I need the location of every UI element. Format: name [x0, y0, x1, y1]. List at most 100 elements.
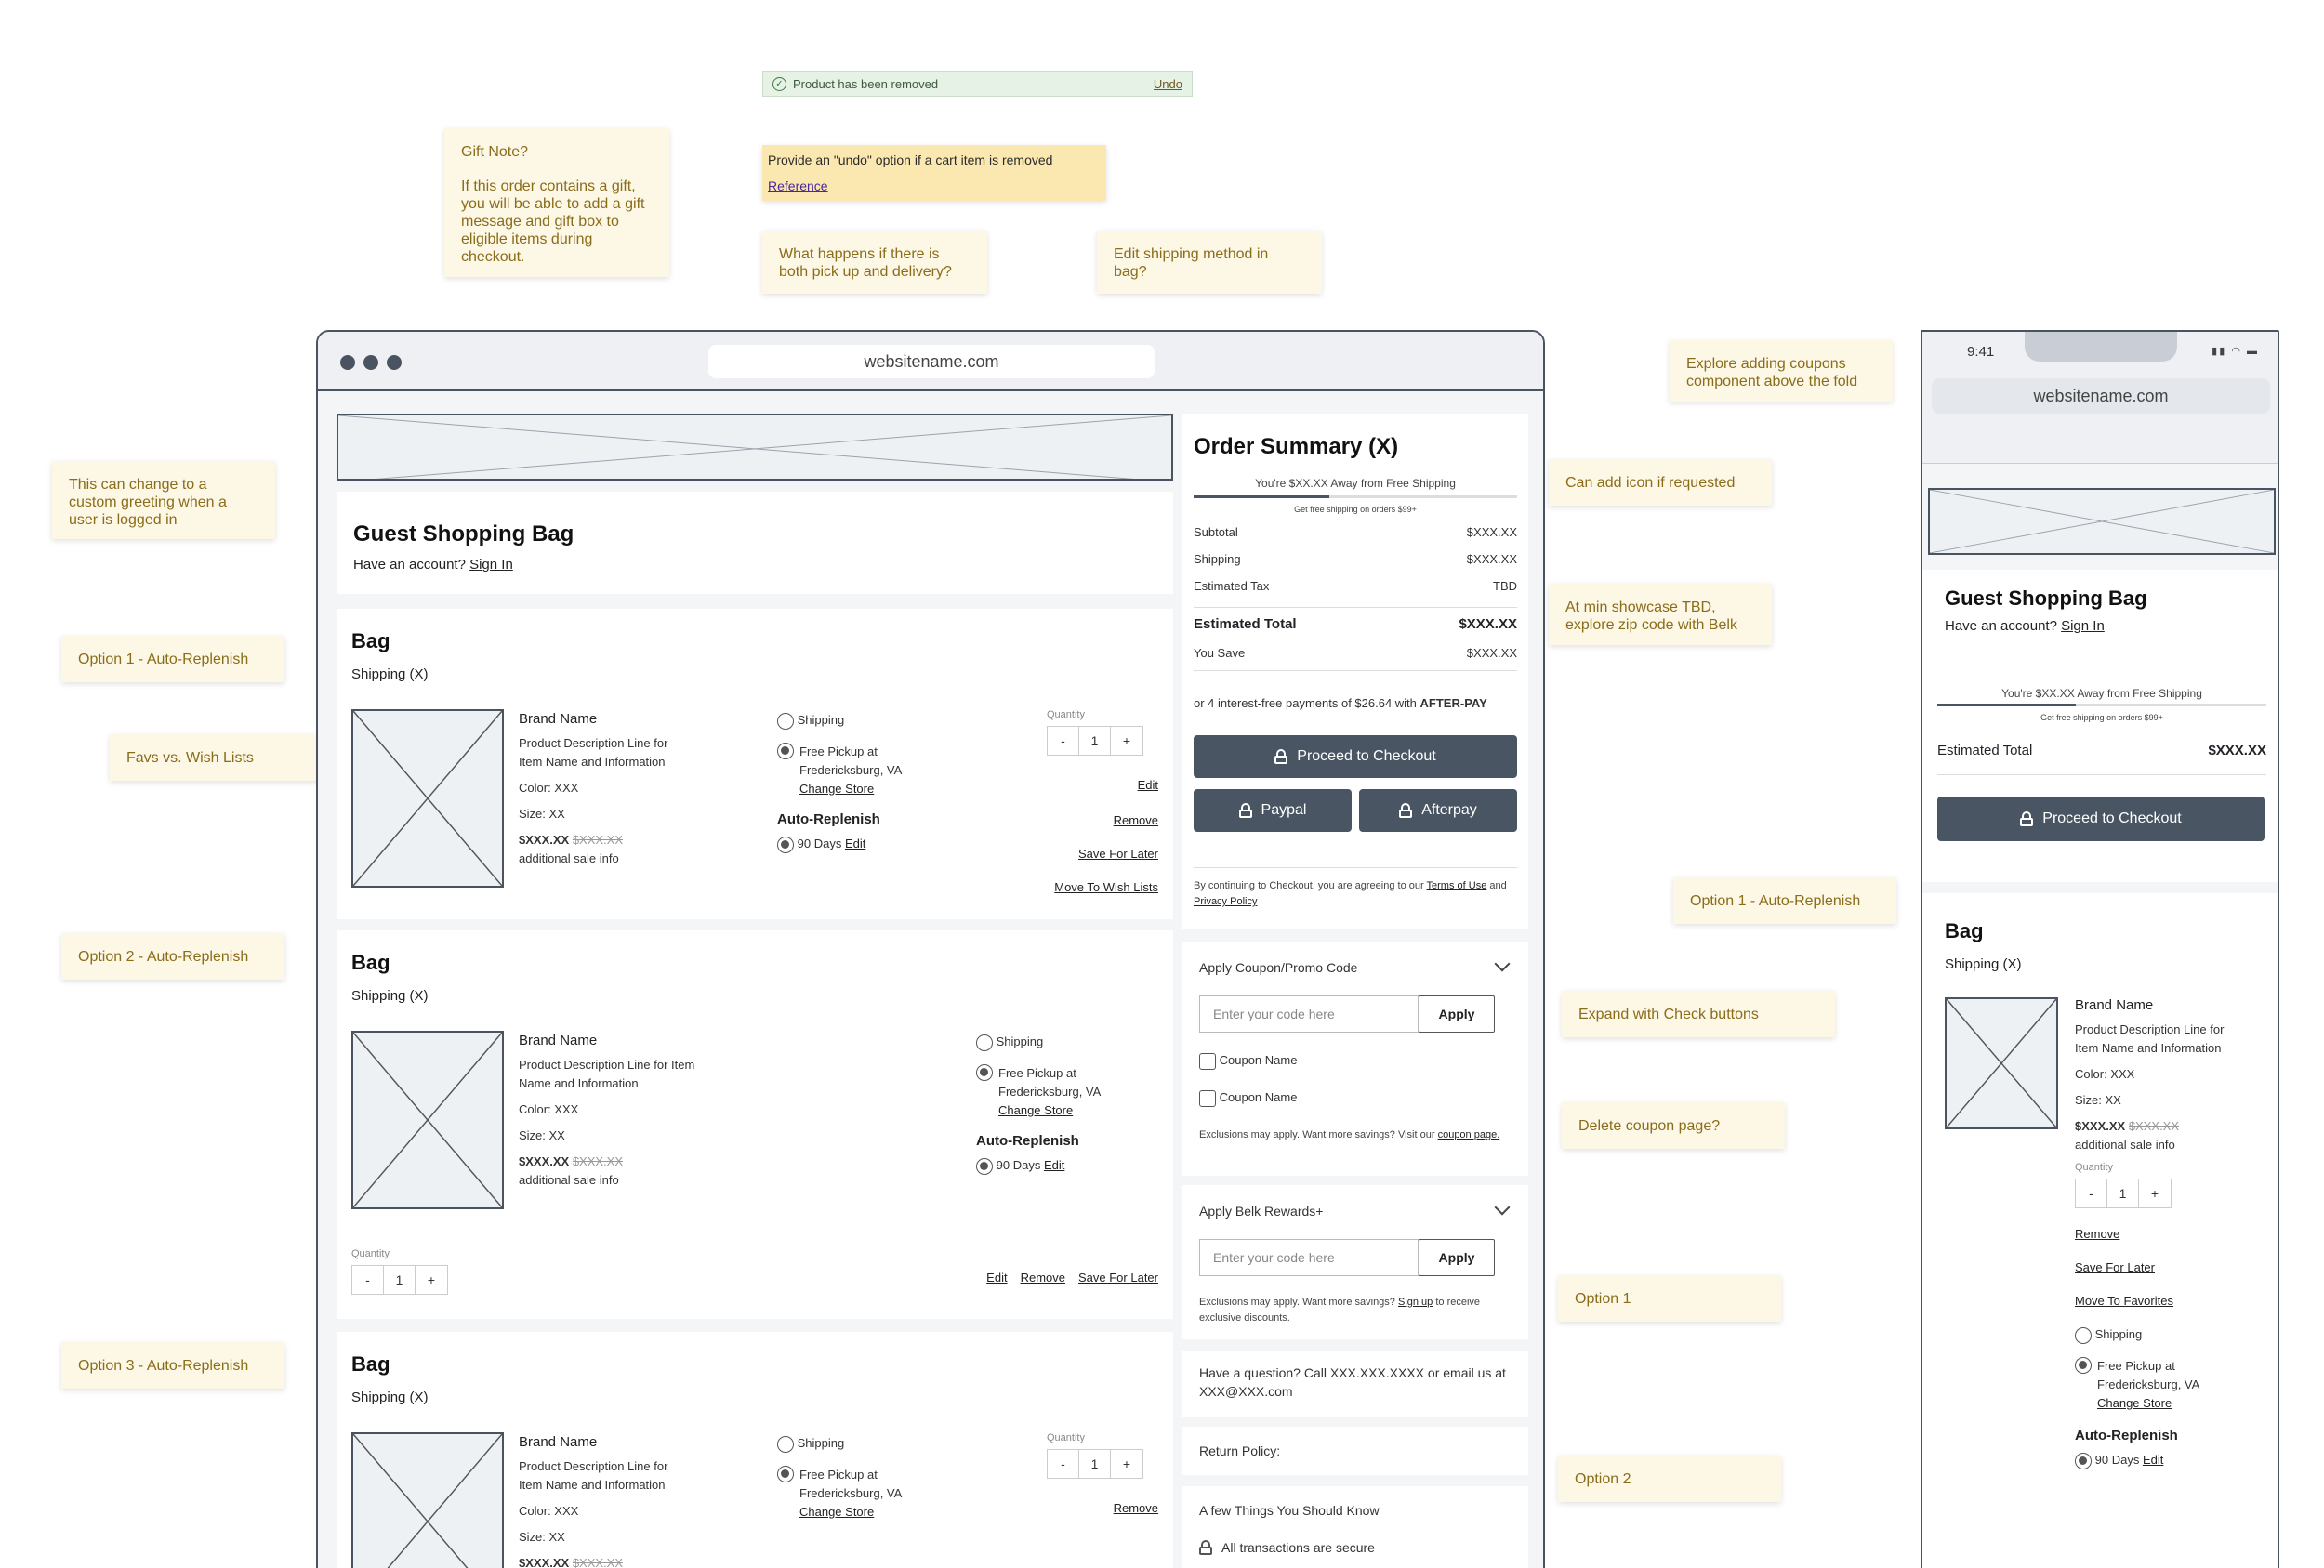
rewards-apply-button[interactable]: Apply — [1419, 1239, 1495, 1276]
pickup-option[interactable]: Free Pickup at Fredericksburg, VA Change S… — [777, 743, 963, 798]
pickup-radio[interactable] — [2075, 1357, 2092, 1374]
qty-plus-button[interactable]: + — [2139, 1179, 2171, 1207]
shipping-option[interactable]: Shipping — [777, 1434, 963, 1453]
replenish-option[interactable]: 90 Days Edit — [2075, 1451, 2270, 1469]
gift-note-sticky: Gift Note? If this order contains a gift… — [444, 128, 669, 277]
qty-value[interactable]: 1 — [2107, 1179, 2139, 1207]
coupon-checkbox[interactable] — [1199, 1052, 1216, 1070]
replenish-radio[interactable] — [976, 1157, 993, 1175]
sign-in-link[interactable]: Sign In — [2061, 618, 2105, 634]
undo-link[interactable]: Undo — [1154, 77, 1182, 91]
qty-minus-button[interactable]: - — [1048, 1450, 1079, 1478]
replenish-edit-link[interactable]: Edit — [845, 837, 865, 850]
shipping-radio[interactable] — [777, 712, 794, 730]
tax-row: Estimated Tax TBD — [1194, 577, 1517, 604]
shipping-radio[interactable] — [2075, 1326, 2092, 1344]
coupon-option-1[interactable]: Coupon Name — [1199, 1051, 1297, 1070]
divider — [1194, 867, 1517, 868]
remove-link[interactable]: Remove — [1114, 811, 1158, 830]
lock-icon — [1238, 803, 1252, 818]
rewards-title[interactable]: Apply Belk Rewards+ — [1199, 1202, 1323, 1220]
replenish-option[interactable]: 90 Days Edit — [976, 1156, 1162, 1175]
replenish-radio[interactable] — [2075, 1452, 2092, 1469]
privacy-policy-link[interactable]: Privacy Policy — [1194, 896, 1257, 907]
paypal-button[interactable]: Paypal — [1194, 789, 1352, 832]
replenish-edit-link[interactable]: Edit — [2143, 1453, 2163, 1467]
rewards-code-input[interactable]: Enter your code here — [1199, 1239, 1419, 1276]
quantity-stepper[interactable]: - 1 + — [351, 1265, 448, 1295]
remove-link[interactable]: Remove — [1021, 1269, 1065, 1287]
brand-name: Brand Name — [519, 711, 598, 727]
change-store-link[interactable]: Change Store — [2097, 1396, 2172, 1410]
move-to-favorites-link[interactable]: Move To Favorites — [2075, 1292, 2270, 1311]
product-image-placeholder[interactable] — [351, 1432, 504, 1568]
mobile-checkout-button[interactable]: Proceed to Checkout — [1937, 797, 2265, 841]
minimize-dot-icon[interactable] — [363, 355, 378, 370]
coupon-code-input[interactable]: Enter your code here — [1199, 995, 1419, 1033]
coupon-checkbox[interactable] — [1199, 1089, 1216, 1107]
qty-plus-button[interactable]: + — [1111, 1450, 1142, 1478]
close-dot-icon[interactable] — [340, 355, 355, 370]
qty-minus-button[interactable]: - — [2076, 1179, 2107, 1207]
afterpay-button[interactable]: Afterpay — [1359, 789, 1517, 832]
pickup-option[interactable]: Free Pickup at Fredericksburg, VA Change S… — [2075, 1357, 2270, 1413]
shipping-option[interactable]: Shipping — [2075, 1325, 2270, 1344]
change-store-link[interactable]: Change Store — [799, 782, 874, 796]
undo-reference-link[interactable]: Reference — [768, 178, 1101, 194]
qty-value[interactable]: 1 — [384, 1266, 416, 1294]
qty-value[interactable]: 1 — [1079, 727, 1111, 755]
shipping-option[interactable]: Shipping — [777, 711, 963, 730]
pickup-radio[interactable] — [777, 1466, 794, 1482]
quantity-stepper[interactable]: - 1 + — [2075, 1179, 2172, 1208]
coupon-title[interactable]: Apply Coupon/Promo Code — [1199, 958, 1357, 977]
product-image-placeholder[interactable] — [351, 709, 504, 888]
save-for-later-link[interactable]: Save For Later — [2075, 1258, 2270, 1277]
shipping-option[interactable]: Shipping — [976, 1033, 1162, 1051]
move-to-wish-list-link[interactable]: Move To Wish Lists — [1054, 878, 1158, 897]
change-store-link[interactable]: Change Store — [799, 1505, 874, 1519]
proceed-to-checkout-button[interactable]: Proceed to Checkout — [1194, 735, 1517, 778]
remove-link[interactable]: Remove — [1114, 1499, 1158, 1518]
pickup-option[interactable]: Free Pickup at Fredericksburg, VA Change S… — [976, 1064, 1162, 1120]
sign-up-link[interactable]: Sign up — [1398, 1297, 1433, 1308]
edit-link[interactable]: Edit — [986, 1269, 1007, 1287]
replenish-edit-link[interactable]: Edit — [1044, 1158, 1064, 1172]
replenish-option[interactable]: 90 Days Edit — [777, 835, 963, 853]
qty-plus-button[interactable]: + — [416, 1266, 447, 1294]
coupon-page-link[interactable]: coupon page. — [1438, 1129, 1500, 1140]
quantity-stepper[interactable]: - 1 + — [1047, 1449, 1143, 1479]
save-for-later-link[interactable]: Save For Later — [1078, 1269, 1158, 1287]
qty-plus-button[interactable]: + — [1111, 727, 1142, 755]
shipping-radio[interactable] — [976, 1034, 993, 1051]
mobile-address-bar[interactable]: websitename.com — [1932, 378, 2270, 414]
subtotal-row: Subtotal $XXX.XX — [1194, 523, 1517, 550]
coupon-apply-button[interactable]: Apply — [1419, 995, 1495, 1033]
qty-minus-button[interactable]: - — [352, 1266, 384, 1294]
maximize-dot-icon[interactable] — [387, 355, 402, 370]
qty-minus-button[interactable]: - — [1048, 727, 1079, 755]
product-image-placeholder[interactable] — [351, 1031, 504, 1209]
return-policy-panel[interactable]: Return Policy: — [1182, 1427, 1528, 1475]
qty-value[interactable]: 1 — [1079, 1450, 1111, 1478]
undo-note-text: Provide an "undo" option if a cart item … — [768, 152, 1053, 167]
mobile-total-value: $XXX.XX — [2208, 743, 2266, 758]
mobile-product-image[interactable] — [1945, 997, 2058, 1129]
chevron-down-icon[interactable] — [1494, 955, 1511, 972]
sign-in-link[interactable]: Sign In — [469, 557, 513, 573]
pickup-radio[interactable] — [976, 1064, 993, 1081]
replenish-radio[interactable] — [777, 836, 794, 853]
shipping-radio[interactable] — [777, 1435, 794, 1453]
terms-of-use-link[interactable]: Terms of Use — [1427, 880, 1487, 891]
edit-link[interactable]: Edit — [1138, 776, 1158, 795]
chevron-down-icon[interactable] — [1494, 1199, 1511, 1216]
pickup-option[interactable]: Free Pickup at Fredericksburg, VA Change S… — [777, 1466, 963, 1522]
coupon-option-2[interactable]: Coupon Name — [1199, 1088, 1297, 1107]
product-desc-1: Product Description Line for — [519, 1459, 668, 1473]
pickup-radio[interactable] — [777, 743, 794, 759]
remove-link[interactable]: Remove — [2075, 1225, 2270, 1244]
check-circle-icon: ✓ — [772, 76, 786, 91]
address-bar[interactable]: websitename.com — [708, 345, 1155, 378]
change-store-link[interactable]: Change Store — [998, 1103, 1073, 1117]
quantity-stepper[interactable]: - 1 + — [1047, 726, 1143, 756]
save-for-later-link[interactable]: Save For Later — [1078, 845, 1158, 863]
